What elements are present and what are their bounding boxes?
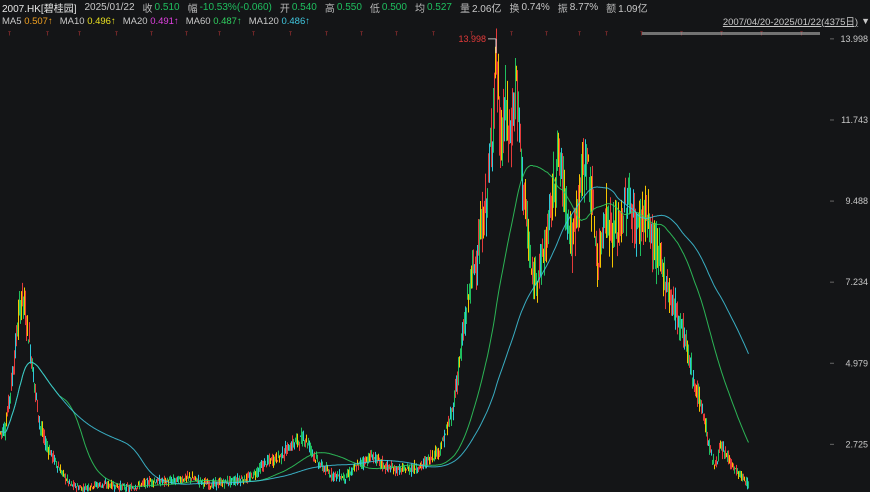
y-tick-label: 7.234 bbox=[845, 277, 868, 287]
event-marker-icon[interactable]: ᵀ bbox=[46, 32, 49, 39]
event-marker-icon[interactable]: ᵀ bbox=[605, 32, 608, 39]
y-tick-label: 13.998 bbox=[840, 34, 868, 44]
ma60-value: 0.487↑ bbox=[213, 15, 242, 27]
low-value: 0.500 bbox=[381, 1, 407, 13]
ma10-value: 0.496↑ bbox=[87, 15, 116, 27]
event-marker-icon[interactable]: ᵀ bbox=[150, 32, 153, 39]
volume-label: 量 bbox=[459, 3, 470, 15]
ma60-label: MA60 bbox=[185, 15, 211, 27]
event-marker-icon[interactable]: ᵀ bbox=[545, 32, 548, 39]
open-label: 开 bbox=[279, 3, 290, 15]
quote-info-bar: 2007.HK[碧桂园] 2025/01/22 收 0.510 幅 -10.53… bbox=[0, 0, 870, 15]
turnover-label: 换 bbox=[509, 3, 520, 15]
stock-title: 2007.HK[碧桂园] bbox=[2, 3, 77, 15]
amount-label: 额 bbox=[606, 3, 617, 15]
low-label: 低 bbox=[369, 3, 380, 15]
avg-value: 0.527 bbox=[426, 1, 452, 13]
event-markers: ᵀᵀᵀᵀᵀᵀᵀᵀᵀᵀᵀᵀᵀᵀᵀᵀᵀᵀᵀᵀᵀᵀᵀ bbox=[8, 32, 820, 39]
amount-value: 1.09亿 bbox=[618, 3, 648, 15]
y-tick-label: 9.488 bbox=[845, 196, 868, 206]
date-range-selector[interactable]: 2007/04/20-2025/01/22(4375日) ▼ bbox=[723, 14, 870, 28]
event-marker-icon[interactable]: ᵀ bbox=[115, 32, 118, 39]
quote-date: 2025/01/22 bbox=[84, 1, 135, 13]
event-cluster-strip bbox=[642, 32, 820, 35]
date-range-text[interactable]: 2007/04/20-2025/01/22(4375日) bbox=[723, 14, 858, 28]
ma120-item: MA120 0.486↑ bbox=[249, 16, 310, 27]
high-value: 0.550 bbox=[336, 1, 362, 13]
event-marker-icon[interactable]: ᵀ bbox=[510, 32, 513, 39]
kline-chart[interactable]: 13.998 ᵀᵀᵀᵀᵀᵀᵀᵀᵀᵀᵀᵀᵀᵀᵀᵀᵀᵀᵀᵀᵀᵀᵀ 13.99811.… bbox=[0, 28, 870, 492]
event-marker-icon[interactable]: ᵀ bbox=[218, 32, 221, 39]
ma120-value: 0.486↑ bbox=[281, 15, 310, 27]
y-tick-label: 11.743 bbox=[841, 115, 868, 125]
event-marker-icon[interactable]: ᵀ bbox=[289, 32, 292, 39]
avg-label: 均 bbox=[414, 3, 425, 15]
ma5-item: MA5 0.507↑ bbox=[2, 16, 53, 27]
event-marker-icon[interactable]: ᵀ bbox=[360, 32, 363, 39]
y-tick-label: 2.725 bbox=[845, 439, 868, 449]
ma5-value: 0.507↑ bbox=[24, 15, 53, 27]
event-marker-icon[interactable]: ᵀ bbox=[578, 32, 581, 39]
y-tick-label: 4.979 bbox=[845, 358, 868, 368]
ma10-label: MA10 bbox=[59, 15, 85, 27]
change-label: 幅 bbox=[187, 3, 198, 15]
event-marker-icon[interactable]: ᵀ bbox=[8, 32, 11, 39]
close-value: 0.510 bbox=[154, 1, 180, 13]
ma60-item: MA60 0.487↑ bbox=[186, 16, 242, 27]
event-marker-icon[interactable]: ᵀ bbox=[78, 32, 81, 39]
event-marker-icon[interactable]: ᵀ bbox=[252, 32, 255, 39]
open-value: 0.540 bbox=[291, 1, 317, 13]
event-marker-icon[interactable]: ᵀ bbox=[395, 32, 398, 39]
event-marker-icon[interactable]: ᵀ bbox=[470, 32, 473, 39]
triangle-down-icon[interactable]: ▼ bbox=[861, 16, 870, 26]
ma120-label: MA120 bbox=[248, 15, 279, 27]
ma20-value: 0.491↑ bbox=[150, 15, 179, 27]
close-label: 收 bbox=[142, 3, 153, 15]
y-axis: 13.998 11.743 9.488 7.234 4.979 2.725 bbox=[830, 34, 868, 449]
event-marker-icon[interactable]: ᵀ bbox=[185, 32, 188, 39]
turnover-value: 0.74% bbox=[521, 1, 550, 13]
amplitude-value: 8.77% bbox=[569, 1, 599, 13]
ma20-label: MA20 bbox=[122, 15, 148, 27]
high-label: 高 bbox=[324, 3, 335, 15]
event-marker-icon[interactable]: ᵀ bbox=[432, 32, 435, 39]
ma10-item: MA10 0.496↑ bbox=[60, 16, 116, 27]
amplitude-label: 振 bbox=[557, 3, 568, 15]
ma5-label: MA5 bbox=[2, 15, 22, 27]
candle-bars: 13.998 bbox=[0, 28, 749, 492]
volume-value: 2.06亿 bbox=[471, 3, 502, 15]
moving-average-lines bbox=[0, 165, 749, 487]
change-value: -10.53%(-0.060) bbox=[199, 1, 272, 13]
ma20-item: MA20 0.491↑ bbox=[123, 16, 179, 27]
event-marker-icon[interactable]: ᵀ bbox=[325, 32, 328, 39]
